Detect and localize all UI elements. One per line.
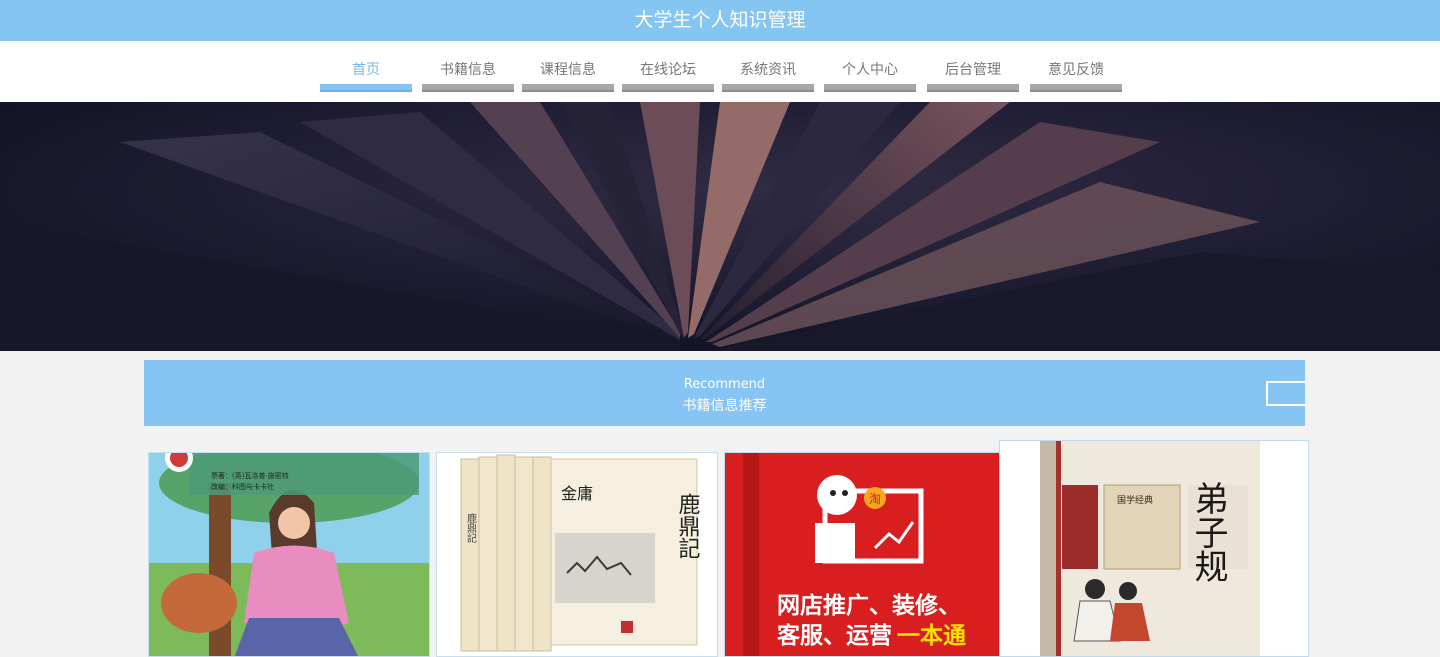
nav-feedback[interactable]: 意见反馈 — [1030, 41, 1122, 102]
book-cover-title-highlight: 一本通 — [897, 623, 966, 649]
main-nav: 首页 书籍信息 课程信息 在线论坛 系统资讯 个人中心 后台管理 意见反馈 — [0, 41, 1440, 102]
nav-forum[interactable]: 在线论坛 — [622, 41, 714, 102]
book-card[interactable]: 票著：(英)瓦洛普·施密特 改编：科图与卡卡社 — [148, 452, 430, 657]
nav-books[interactable]: 书籍信息 — [422, 41, 514, 102]
book-cover-title: 弟子规 — [1188, 481, 1228, 583]
book-cover-image: 票著：(英)瓦洛普·施密特 改编：科图与卡卡社 — [149, 453, 429, 656]
nav-indicator — [522, 84, 614, 92]
book-cover-title: 网店推广、装修、 — [777, 592, 961, 619]
book-cover-text: 改编：科图与卡卡社 — [211, 482, 274, 491]
nav-indicator — [422, 84, 514, 92]
nav-indicator — [927, 84, 1019, 92]
taobao-logo-text: 淘 — [869, 492, 881, 506]
nav-indicator — [722, 84, 814, 92]
nav-active-indicator — [320, 84, 412, 92]
nav-courses[interactable]: 课程信息 — [522, 41, 614, 102]
book-card[interactable]: 金庸 鹿鼎記 鹿鼎記 — [436, 452, 718, 657]
nav-personal-center[interactable]: 个人中心 — [824, 41, 916, 102]
book-cover-title: 鹿鼎記 — [675, 493, 701, 559]
book-card-hovered[interactable]: 弟子规 国学经典 — [999, 440, 1309, 657]
book-cover-text: 票著：(英)瓦洛普·施密特 — [211, 471, 289, 480]
recommend-title-cn: 书籍信息推荐 — [682, 398, 767, 414]
nav-indicator — [824, 84, 916, 92]
open-book-image — [0, 102, 1440, 351]
recommend-section-header: Recommend 书籍信息推荐 — [144, 360, 1305, 426]
hero-banner — [0, 102, 1440, 351]
book-cover-author: 金庸 — [561, 484, 593, 503]
nav-label: 在线论坛 — [640, 62, 696, 78]
recommend-title-en: Recommend — [683, 377, 766, 392]
nav-label: 书籍信息 — [440, 62, 496, 78]
nav-label: 系统资讯 — [740, 62, 796, 78]
book-cover-image: 金庸 鹿鼎記 鹿鼎記 — [437, 453, 717, 656]
site-title: 大学生个人知识管理 — [634, 9, 806, 31]
nav-label: 课程信息 — [540, 62, 596, 78]
nav-label: 首页 — [352, 62, 380, 78]
book-cover-subtitle: 国学经典 — [1117, 494, 1153, 506]
book-spine-title: 鹿鼎記 — [465, 512, 477, 544]
nav-admin[interactable]: 后台管理 — [927, 41, 1019, 102]
book-cover-image: 淘 网店推广、装修、 客服、运营 一本通 — [725, 453, 999, 656]
book-cover-image: 弟子规 国学经典 — [1000, 441, 1308, 656]
book-cover-title: 客服、运营 — [777, 622, 892, 649]
nav-indicator — [1030, 84, 1122, 92]
nav-label: 后台管理 — [945, 62, 1001, 78]
top-header-bar: 大学生个人知识管理 — [0, 0, 1440, 41]
nav-home[interactable]: 首页 — [320, 41, 412, 102]
nav-label: 意见反馈 — [1048, 62, 1104, 78]
book-card[interactable]: 淘 网店推广、装修、 客服、运营 一本通 — [724, 452, 1000, 657]
nav-label: 个人中心 — [842, 62, 898, 78]
nav-news[interactable]: 系统资讯 — [722, 41, 814, 102]
nav-indicator — [622, 84, 714, 92]
recommend-more-button[interactable] — [1266, 381, 1305, 406]
